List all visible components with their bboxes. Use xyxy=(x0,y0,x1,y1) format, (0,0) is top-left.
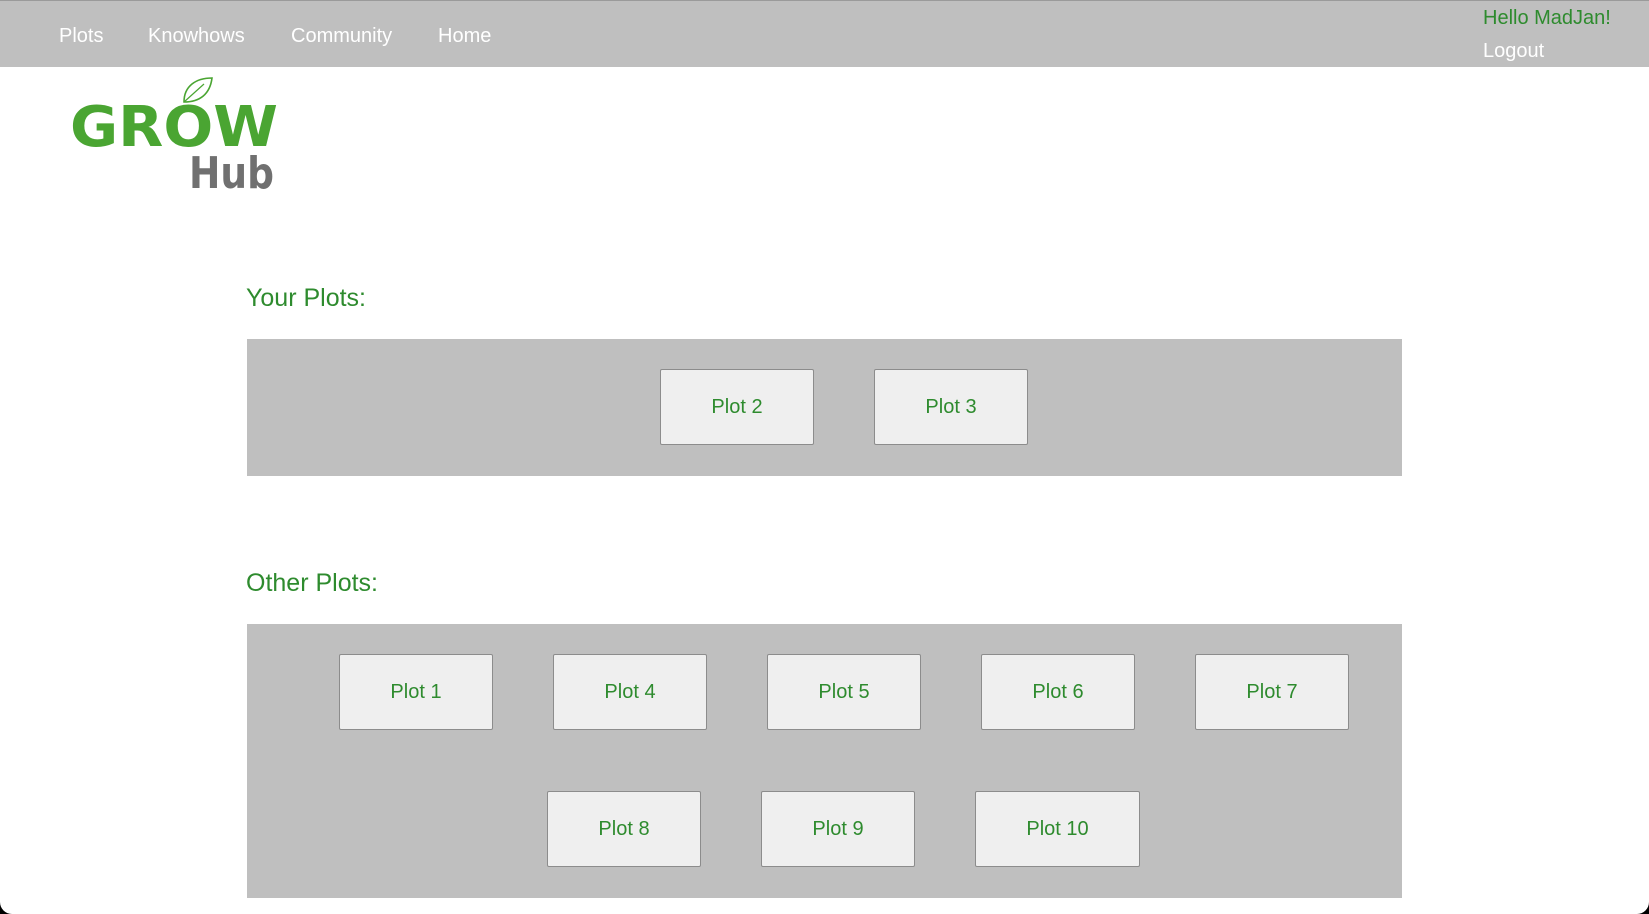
plot-card[interactable]: Plot 4 xyxy=(553,654,707,730)
plot-card[interactable]: Plot 5 xyxy=(767,654,921,730)
nav-item-knowhows[interactable]: Knowhows xyxy=(148,25,245,48)
user-greeting: Hello MadJan! xyxy=(1483,7,1611,29)
your-plots-heading: Your Plots: xyxy=(246,284,366,312)
plot-card[interactable]: Plot 7 xyxy=(1195,654,1349,730)
growhub-logo[interactable]: GROW Hub xyxy=(68,74,288,199)
your-plots-panel: Plot 2 Plot 3 xyxy=(247,339,1402,476)
app-frame: Plots Knowhows Community Home Hello MadJ… xyxy=(0,0,1649,914)
top-navigation-bar: Plots Knowhows Community Home Hello MadJ… xyxy=(0,0,1649,67)
plot-card[interactable]: Plot 1 xyxy=(339,654,493,730)
plot-card[interactable]: Plot 9 xyxy=(761,791,915,867)
plot-card[interactable]: Plot 8 xyxy=(547,791,701,867)
plot-card[interactable]: Plot 3 xyxy=(874,369,1028,445)
nav-item-plots[interactable]: Plots xyxy=(59,25,103,48)
plot-card[interactable]: Plot 10 xyxy=(975,791,1140,867)
other-plots-heading: Other Plots: xyxy=(246,569,378,597)
logout-link[interactable]: Logout xyxy=(1483,40,1544,63)
logo-hub-text: Hub xyxy=(189,148,274,194)
plot-card[interactable]: Plot 2 xyxy=(660,369,814,445)
other-plots-panel: Plot 1 Plot 4 Plot 5 Plot 6 Plot 7 Plot … xyxy=(247,624,1402,898)
nav-item-community[interactable]: Community xyxy=(291,25,392,48)
nav-item-home[interactable]: Home xyxy=(438,25,491,48)
plot-card[interactable]: Plot 6 xyxy=(981,654,1135,730)
